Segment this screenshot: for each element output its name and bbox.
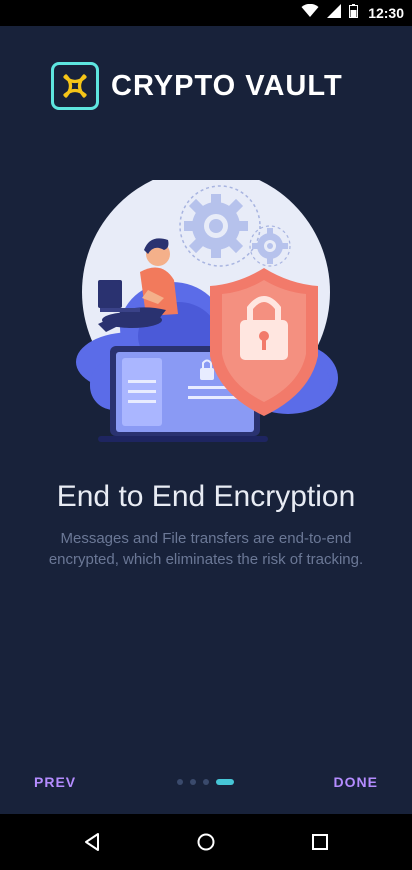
- recents-icon[interactable]: [306, 828, 334, 856]
- app-name: CRYPTO VAULT: [111, 69, 343, 102]
- status-icons: 12:30: [301, 0, 404, 26]
- crypto-logo-icon: [51, 62, 99, 110]
- system-nav-bar: [0, 814, 412, 870]
- encryption-illustration: [70, 168, 342, 452]
- pagination-dot[interactable]: [190, 779, 196, 785]
- pagination-dot[interactable]: [177, 779, 183, 785]
- prev-button[interactable]: PREV: [34, 774, 76, 790]
- pagination-dot[interactable]: [203, 779, 209, 785]
- battery-icon: [349, 3, 359, 23]
- onboarding-title: End to End Encryption: [56, 480, 356, 513]
- gear-icon: [184, 194, 248, 258]
- onboarding-description: Messages and File transfers are end-to-e…: [48, 530, 364, 568]
- home-icon[interactable]: [192, 828, 220, 856]
- done-button[interactable]: DONE: [334, 774, 378, 790]
- status-bar: 12:30: [0, 0, 412, 26]
- pagination-dot-active[interactable]: [216, 779, 234, 785]
- back-icon[interactable]: [78, 828, 106, 856]
- signal-icon: [327, 3, 342, 23]
- app-logo: CRYPTO VAULT: [51, 62, 343, 110]
- status-time: 12:30: [368, 5, 404, 21]
- wifi-icon: [301, 3, 319, 23]
- onboarding-screen: 12:30 CRYPTO VAULT End to End Encryption…: [0, 0, 412, 870]
- pagination-dots: [177, 779, 234, 785]
